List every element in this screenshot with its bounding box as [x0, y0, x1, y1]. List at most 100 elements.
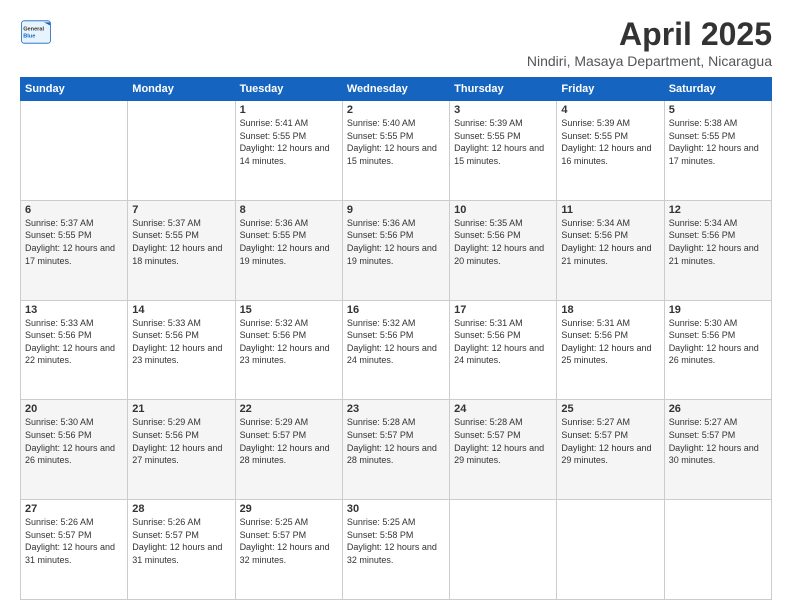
calendar-header-row: SundayMondayTuesdayWednesdayThursdayFrid… [21, 78, 772, 101]
calendar-week-row: 20Sunrise: 5:30 AM Sunset: 5:56 PM Dayli… [21, 400, 772, 500]
calendar-cell: 7Sunrise: 5:37 AM Sunset: 5:55 PM Daylig… [128, 200, 235, 300]
day-info: Sunrise: 5:33 AM Sunset: 5:56 PM Dayligh… [132, 317, 230, 367]
day-info: Sunrise: 5:39 AM Sunset: 5:55 PM Dayligh… [561, 117, 659, 167]
calendar-cell: 1Sunrise: 5:41 AM Sunset: 5:55 PM Daylig… [235, 101, 342, 201]
calendar-cell: 19Sunrise: 5:30 AM Sunset: 5:56 PM Dayli… [664, 300, 771, 400]
calendar-cell: 2Sunrise: 5:40 AM Sunset: 5:55 PM Daylig… [342, 101, 449, 201]
title-block: April 2025 Nindiri, Masaya Department, N… [527, 16, 772, 69]
calendar-cell: 5Sunrise: 5:38 AM Sunset: 5:55 PM Daylig… [664, 101, 771, 201]
calendar-cell [664, 500, 771, 600]
calendar-cell: 15Sunrise: 5:32 AM Sunset: 5:56 PM Dayli… [235, 300, 342, 400]
day-info: Sunrise: 5:34 AM Sunset: 5:56 PM Dayligh… [669, 217, 767, 267]
calendar-table: SundayMondayTuesdayWednesdayThursdayFrid… [20, 77, 772, 600]
day-info: Sunrise: 5:25 AM Sunset: 5:58 PM Dayligh… [347, 516, 445, 566]
day-number: 12 [669, 204, 767, 216]
day-info: Sunrise: 5:29 AM Sunset: 5:57 PM Dayligh… [240, 416, 338, 466]
day-number: 11 [561, 204, 659, 216]
day-number: 10 [454, 204, 552, 216]
calendar-cell: 20Sunrise: 5:30 AM Sunset: 5:56 PM Dayli… [21, 400, 128, 500]
day-info: Sunrise: 5:35 AM Sunset: 5:56 PM Dayligh… [454, 217, 552, 267]
day-info: Sunrise: 5:26 AM Sunset: 5:57 PM Dayligh… [132, 516, 230, 566]
main-title: April 2025 [527, 16, 772, 53]
calendar-cell: 17Sunrise: 5:31 AM Sunset: 5:56 PM Dayli… [450, 300, 557, 400]
calendar-cell: 26Sunrise: 5:27 AM Sunset: 5:57 PM Dayli… [664, 400, 771, 500]
day-info: Sunrise: 5:31 AM Sunset: 5:56 PM Dayligh… [561, 317, 659, 367]
logo: General Blue [20, 16, 56, 48]
day-info: Sunrise: 5:30 AM Sunset: 5:56 PM Dayligh… [669, 317, 767, 367]
day-info: Sunrise: 5:38 AM Sunset: 5:55 PM Dayligh… [669, 117, 767, 167]
day-info: Sunrise: 5:37 AM Sunset: 5:55 PM Dayligh… [132, 217, 230, 267]
calendar-cell: 4Sunrise: 5:39 AM Sunset: 5:55 PM Daylig… [557, 101, 664, 201]
calendar-day-header: Thursday [450, 78, 557, 101]
day-number: 25 [561, 403, 659, 415]
day-info: Sunrise: 5:27 AM Sunset: 5:57 PM Dayligh… [561, 416, 659, 466]
day-info: Sunrise: 5:28 AM Sunset: 5:57 PM Dayligh… [454, 416, 552, 466]
calendar-day-header: Friday [557, 78, 664, 101]
sub-title: Nindiri, Masaya Department, Nicaragua [527, 53, 772, 69]
day-info: Sunrise: 5:40 AM Sunset: 5:55 PM Dayligh… [347, 117, 445, 167]
day-number: 2 [347, 104, 445, 116]
calendar-cell: 29Sunrise: 5:25 AM Sunset: 5:57 PM Dayli… [235, 500, 342, 600]
day-info: Sunrise: 5:27 AM Sunset: 5:57 PM Dayligh… [669, 416, 767, 466]
day-number: 30 [347, 503, 445, 515]
calendar-cell: 8Sunrise: 5:36 AM Sunset: 5:55 PM Daylig… [235, 200, 342, 300]
day-number: 8 [240, 204, 338, 216]
day-number: 6 [25, 204, 123, 216]
calendar-cell: 24Sunrise: 5:28 AM Sunset: 5:57 PM Dayli… [450, 400, 557, 500]
day-info: Sunrise: 5:25 AM Sunset: 5:57 PM Dayligh… [240, 516, 338, 566]
day-number: 27 [25, 503, 123, 515]
day-info: Sunrise: 5:33 AM Sunset: 5:56 PM Dayligh… [25, 317, 123, 367]
day-number: 18 [561, 304, 659, 316]
day-info: Sunrise: 5:41 AM Sunset: 5:55 PM Dayligh… [240, 117, 338, 167]
day-number: 24 [454, 403, 552, 415]
day-info: Sunrise: 5:29 AM Sunset: 5:56 PM Dayligh… [132, 416, 230, 466]
calendar-cell: 18Sunrise: 5:31 AM Sunset: 5:56 PM Dayli… [557, 300, 664, 400]
day-number: 29 [240, 503, 338, 515]
day-number: 5 [669, 104, 767, 116]
calendar-cell: 9Sunrise: 5:36 AM Sunset: 5:56 PM Daylig… [342, 200, 449, 300]
calendar-day-header: Monday [128, 78, 235, 101]
calendar-cell [557, 500, 664, 600]
day-info: Sunrise: 5:26 AM Sunset: 5:57 PM Dayligh… [25, 516, 123, 566]
calendar-week-row: 27Sunrise: 5:26 AM Sunset: 5:57 PM Dayli… [21, 500, 772, 600]
day-number: 7 [132, 204, 230, 216]
day-number: 1 [240, 104, 338, 116]
calendar-day-header: Sunday [21, 78, 128, 101]
day-number: 22 [240, 403, 338, 415]
day-number: 28 [132, 503, 230, 515]
calendar-cell: 6Sunrise: 5:37 AM Sunset: 5:55 PM Daylig… [21, 200, 128, 300]
day-info: Sunrise: 5:31 AM Sunset: 5:56 PM Dayligh… [454, 317, 552, 367]
calendar-cell: 16Sunrise: 5:32 AM Sunset: 5:56 PM Dayli… [342, 300, 449, 400]
calendar-day-header: Saturday [664, 78, 771, 101]
calendar-week-row: 13Sunrise: 5:33 AM Sunset: 5:56 PM Dayli… [21, 300, 772, 400]
calendar-cell [21, 101, 128, 201]
day-number: 17 [454, 304, 552, 316]
calendar-day-header: Tuesday [235, 78, 342, 101]
day-info: Sunrise: 5:28 AM Sunset: 5:57 PM Dayligh… [347, 416, 445, 466]
day-number: 21 [132, 403, 230, 415]
svg-text:General: General [23, 26, 44, 32]
day-number: 4 [561, 104, 659, 116]
day-number: 3 [454, 104, 552, 116]
calendar-cell: 25Sunrise: 5:27 AM Sunset: 5:57 PM Dayli… [557, 400, 664, 500]
calendar-cell [128, 101, 235, 201]
calendar-cell: 13Sunrise: 5:33 AM Sunset: 5:56 PM Dayli… [21, 300, 128, 400]
day-info: Sunrise: 5:32 AM Sunset: 5:56 PM Dayligh… [240, 317, 338, 367]
day-number: 14 [132, 304, 230, 316]
calendar-day-header: Wednesday [342, 78, 449, 101]
day-info: Sunrise: 5:36 AM Sunset: 5:55 PM Dayligh… [240, 217, 338, 267]
day-number: 9 [347, 204, 445, 216]
day-info: Sunrise: 5:36 AM Sunset: 5:56 PM Dayligh… [347, 217, 445, 267]
day-number: 19 [669, 304, 767, 316]
calendar-week-row: 1Sunrise: 5:41 AM Sunset: 5:55 PM Daylig… [21, 101, 772, 201]
day-number: 13 [25, 304, 123, 316]
day-info: Sunrise: 5:34 AM Sunset: 5:56 PM Dayligh… [561, 217, 659, 267]
day-number: 26 [669, 403, 767, 415]
calendar-cell: 30Sunrise: 5:25 AM Sunset: 5:58 PM Dayli… [342, 500, 449, 600]
calendar-week-row: 6 Sunrise: 5:37 AM Sunset: 5:55 PM Daylig… [21, 200, 772, 300]
day-info: Sunrise: 5:39 AM Sunset: 5:55 PM Dayligh… [454, 117, 552, 167]
calendar-cell: 14Sunrise: 5:33 AM Sunset: 5:56 PM Dayli… [128, 300, 235, 400]
header: General Blue April 2025 Nindiri, Masaya … [20, 16, 772, 69]
calendar-cell: 11Sunrise: 5:34 AM Sunset: 5:56 PM Dayli… [557, 200, 664, 300]
svg-text:Blue: Blue [23, 34, 35, 40]
